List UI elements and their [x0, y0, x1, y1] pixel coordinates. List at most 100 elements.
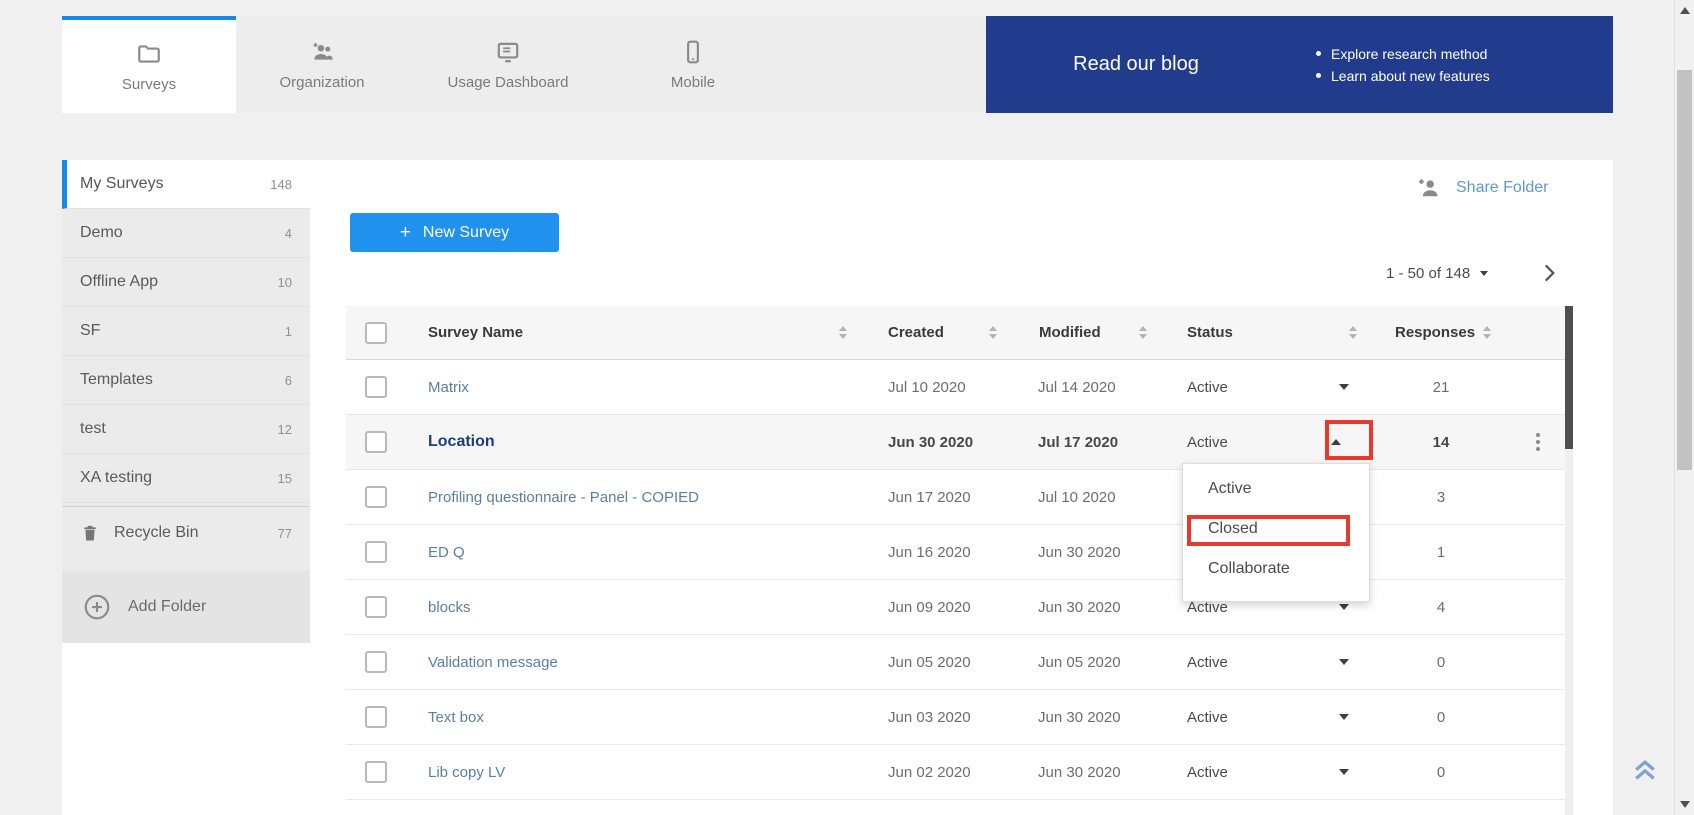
blog-banner[interactable]: Read our blog Explore research method Le…: [986, 16, 1613, 113]
tab-label: Organization: [279, 74, 364, 91]
tab-surveys[interactable]: Surveys: [62, 16, 236, 113]
pagination-range-text: 1 - 50 of 148: [1386, 265, 1470, 282]
banner-bullet: Learn about new features: [1316, 68, 1490, 84]
folder-label: Offline App: [80, 273, 158, 291]
modified-date: Jul 17 2020: [1011, 434, 1161, 451]
table-row: Matrix Jul 10 2020 Jul 14 2020 Active 21: [346, 360, 1565, 415]
survey-name-link[interactable]: Location: [428, 433, 495, 451]
column-header-survey-name[interactable]: Survey Name: [406, 324, 861, 341]
page-scrollbar[interactable]: [1674, 0, 1694, 815]
sidebar-item-recycle-bin[interactable]: Recycle Bin 77: [62, 507, 310, 559]
responses-count: 0: [1371, 709, 1511, 726]
blog-banner-title[interactable]: Read our blog: [986, 53, 1286, 76]
created-date: Jun 03 2020: [861, 709, 1011, 726]
column-header-responses[interactable]: Responses: [1371, 324, 1511, 341]
pagination-next-button[interactable]: [1536, 260, 1562, 286]
created-date: Jun 02 2020: [861, 764, 1011, 781]
sort-icon[interactable]: [839, 326, 847, 339]
sort-icon[interactable]: [989, 326, 997, 339]
table-row: blocks Jun 09 2020 Jun 30 2020 Active 4: [346, 580, 1565, 635]
status-dropdown-caret[interactable]: [1339, 714, 1349, 720]
folder-count: 10: [278, 275, 292, 290]
row-checkbox[interactable]: [365, 486, 387, 508]
sidebar-item-sf[interactable]: SF 1: [62, 307, 310, 356]
status-option-active[interactable]: Active: [1183, 469, 1369, 509]
responses-count: 0: [1371, 764, 1511, 781]
sort-icon[interactable]: [1349, 326, 1357, 339]
survey-name-link[interactable]: Lib copy LV: [428, 764, 505, 781]
column-header-modified[interactable]: Modified: [1011, 324, 1161, 341]
row-checkbox[interactable]: [365, 541, 387, 563]
sidebar-item-offline-app[interactable]: Offline App 10: [62, 258, 310, 307]
status-dropdown-caret[interactable]: [1339, 604, 1349, 610]
status-value: Active: [1187, 764, 1228, 781]
status-value: Active: [1187, 709, 1228, 726]
survey-name-link[interactable]: ED Q: [428, 544, 465, 561]
sort-icon[interactable]: [1139, 326, 1147, 339]
modified-date: Jul 14 2020: [1011, 379, 1161, 396]
row-checkbox[interactable]: [365, 761, 387, 783]
survey-name-link[interactable]: Text box: [428, 709, 484, 726]
status-value: Active: [1187, 434, 1228, 451]
created-date: Jun 16 2020: [861, 544, 1011, 561]
table-row: ED Q Jun 16 2020 Jun 30 2020 Active 1: [346, 525, 1565, 580]
row-checkbox[interactable]: [365, 596, 387, 618]
page-scrollbar-thumb[interactable]: [1677, 70, 1692, 470]
table-scrollbar[interactable]: [1565, 306, 1573, 815]
row-checkbox[interactable]: [365, 431, 387, 453]
table-row-selected: Location Jun 30 2020 Jul 17 2020 Active …: [346, 415, 1565, 470]
pagination-range-dropdown[interactable]: 1 - 50 of 148: [1386, 262, 1488, 284]
blog-banner-bullets: Explore research method Learn about new …: [1316, 40, 1490, 90]
status-dropdown-caret[interactable]: [1339, 769, 1349, 775]
new-survey-button[interactable]: + New Survey: [350, 213, 559, 252]
tab-organization[interactable]: Organization: [236, 16, 408, 113]
sidebar-spacer: [62, 559, 310, 571]
share-folder-button[interactable]: Share Folder: [1415, 174, 1549, 201]
row-checkbox[interactable]: [365, 651, 387, 673]
scrollbar-up-arrow-icon[interactable]: [1680, 7, 1690, 14]
modified-date: Jun 30 2020: [1011, 709, 1161, 726]
responses-count: 14: [1371, 434, 1511, 451]
sidebar-item-my-surveys[interactable]: My Surveys 148: [62, 160, 310, 209]
select-all-checkbox[interactable]: [365, 322, 387, 344]
add-circle-icon: [82, 592, 112, 622]
responses-count: 1: [1371, 544, 1511, 561]
status-dropdown-caret[interactable]: [1339, 384, 1349, 390]
survey-name-link[interactable]: Validation message: [428, 654, 558, 671]
survey-name-link[interactable]: Matrix: [428, 379, 469, 396]
scroll-to-top-icon[interactable]: [1630, 753, 1660, 785]
folder-count: 1: [285, 324, 292, 339]
top-navigation-bar: Surveys Organization Usage Dashboard Mob…: [62, 16, 1613, 113]
row-checkbox[interactable]: [365, 706, 387, 728]
tab-label: Usage Dashboard: [448, 74, 569, 91]
status-dropdown-caret[interactable]: [1339, 659, 1349, 665]
share-folder-label: Share Folder: [1456, 179, 1549, 197]
sidebar-item-templates[interactable]: Templates 6: [62, 356, 310, 405]
folder-count: 6: [285, 373, 292, 388]
status-dropdown-caret-open[interactable]: [1331, 439, 1341, 445]
folder-label: My Surveys: [80, 175, 164, 193]
tab-mobile[interactable]: Mobile: [608, 16, 778, 113]
status-option-closed[interactable]: Closed: [1183, 509, 1369, 549]
row-actions-kebab-icon[interactable]: [1511, 433, 1565, 451]
share-person-add-icon: [1415, 174, 1442, 201]
created-date: Jun 09 2020: [861, 599, 1011, 616]
column-header-created[interactable]: Created: [861, 324, 1011, 341]
folder-label: Demo: [80, 224, 123, 242]
sidebar-item-test[interactable]: test 12: [62, 405, 310, 454]
sort-icon[interactable]: [1483, 326, 1491, 339]
tab-usage-dashboard[interactable]: Usage Dashboard: [408, 16, 608, 113]
sidebar-item-demo[interactable]: Demo 4: [62, 209, 310, 258]
surveys-table: Survey Name Created Modified Status Resp…: [346, 306, 1565, 813]
created-date: Jun 30 2020: [861, 434, 1011, 451]
sidebar-item-xa-testing[interactable]: XA testing 15: [62, 454, 310, 503]
survey-name-link[interactable]: Profiling questionnaire - Panel - COPIED: [428, 489, 699, 506]
column-header-status[interactable]: Status: [1161, 324, 1371, 341]
scrollbar-down-arrow-icon[interactable]: [1680, 801, 1690, 808]
status-option-collaborate[interactable]: Collaborate: [1183, 549, 1369, 589]
survey-name-link[interactable]: blocks: [428, 599, 471, 616]
table-scrollbar-thumb[interactable]: [1565, 306, 1573, 449]
recycle-bin-count: 77: [278, 526, 292, 541]
add-folder-button[interactable]: Add Folder: [62, 571, 310, 643]
row-checkbox[interactable]: [365, 376, 387, 398]
